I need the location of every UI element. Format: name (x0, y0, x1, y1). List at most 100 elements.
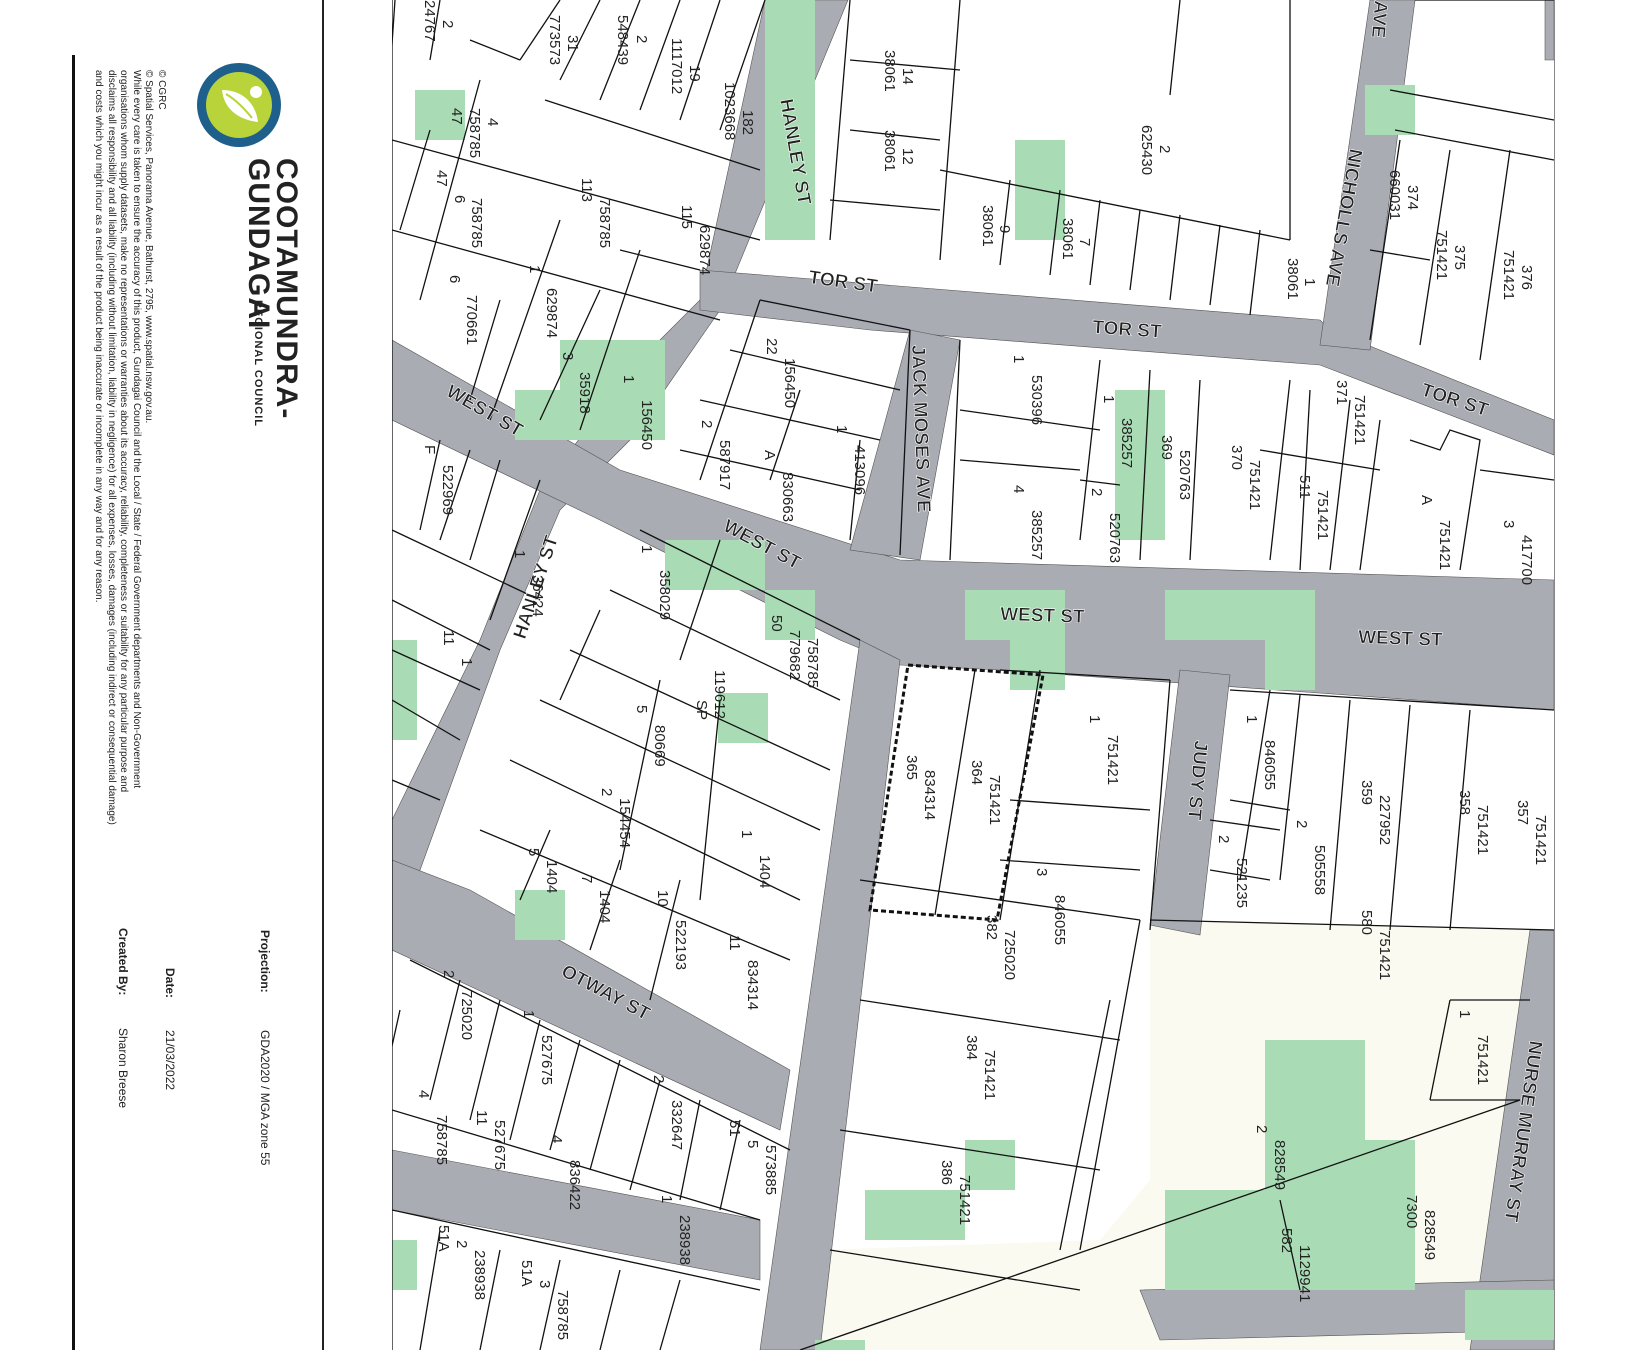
lot-label: 2 (453, 1240, 470, 1248)
lot-label: 751421 (1351, 395, 1368, 445)
lot-label: 6 (446, 275, 463, 283)
lot-label: 1 (620, 375, 637, 383)
lot-label: 1 (526, 265, 543, 273)
lot-label: 725020 (1001, 930, 1018, 980)
cadastral-map[interactable]: HANLEY ST HANLEY ST TOR ST TOR ST TOR ST… (392, 0, 1554, 1350)
lot-label: 2 (650, 1075, 667, 1083)
lot-label: 358029 (656, 570, 673, 620)
map-right-border (1554, 0, 1555, 1350)
lot-label: 365 (903, 755, 920, 780)
legend-sidebar: COOTAMUNDRA- GUNDAGAI REGIONAL COUNCIL ©… (0, 0, 326, 1350)
lot-label: 50 (768, 615, 785, 632)
lot-label: A (761, 450, 778, 460)
lot-label: 359 (1358, 780, 1375, 805)
lot-label: 758785 (468, 198, 485, 248)
lot-label: 7 (578, 875, 595, 883)
lot-label: 374 (1404, 185, 1421, 210)
lot-label: 38061 (1059, 218, 1076, 260)
street-label-west-3: WEST ST (1000, 604, 1086, 628)
lot-label: 629874 (543, 288, 560, 338)
lot-label: 19 (686, 65, 703, 82)
lot-label: 358 (1456, 790, 1473, 815)
lot-label: 846055 (1261, 740, 1278, 790)
lot-label: 10 (654, 890, 671, 907)
lot-label: 2 (698, 420, 715, 428)
lot-label: 22 (763, 338, 780, 355)
lot-label: 1404 (596, 890, 613, 923)
lot-label: 548439 (614, 15, 631, 65)
date-row: Date: 21/03/2022 (163, 968, 177, 1090)
lot-label: 836422 (566, 1160, 583, 1210)
lot-label: 1 (833, 425, 850, 433)
street-label-west-4: WEST ST (1358, 627, 1444, 651)
lot-label: 3 (536, 1280, 553, 1288)
lot-label: 51 (726, 1120, 743, 1137)
lot-label: 587917 (716, 440, 733, 490)
council-subtitle: REGIONAL COUNCIL (252, 300, 264, 428)
lot-label: 625430 (1138, 125, 1155, 175)
lot-label: 1 (1100, 395, 1117, 403)
lot-label: 511 (1296, 475, 1313, 499)
copyright-cgrc: © CGRC (156, 70, 167, 110)
lot-label: 2 (440, 970, 457, 978)
lot-label: 115 (678, 205, 695, 229)
map-canvas[interactable]: HANLEY ST HANLEY ST TOR ST TOR ST TOR ST… (392, 0, 1554, 1350)
lot-label: 573885 (762, 1145, 779, 1195)
lot-label: 530396 (1028, 375, 1045, 425)
lot-label: 522969 (439, 465, 456, 515)
lot-label: 385257 (1028, 510, 1045, 560)
lot-label: 38061 (881, 130, 898, 172)
lot-label: 156450 (638, 400, 655, 450)
lot-label: 527675 (491, 1120, 508, 1170)
disclaimer-body: While every care is taken to ensure the … (93, 70, 143, 825)
lot-label: 3 (1500, 520, 1517, 528)
lot-label: 751421 (1433, 230, 1450, 280)
lot-label: 1 (638, 545, 655, 553)
lot-label: 2 (1215, 835, 1232, 843)
lot-label: 751421 (1246, 460, 1263, 510)
lot-label: 1129941 (1296, 1245, 1313, 1302)
projection-label: Projection: (258, 930, 272, 993)
lot-label: 6 (451, 195, 468, 203)
lot-label: 1 (1456, 1010, 1473, 1018)
street-label-nicholls-top: AVE (1367, 0, 1391, 39)
subject-lots-boundary[interactable] (868, 663, 1045, 922)
lot-label: 24767 (421, 0, 438, 42)
subject-lots-divider (934, 669, 976, 916)
lot-label: 834314 (921, 770, 938, 820)
lot-label: 384 (963, 1035, 980, 1060)
lot-label: 370 (1228, 445, 1245, 470)
lot-label: 38061 (881, 50, 898, 92)
lot-label: 7 (1076, 238, 1093, 246)
lot-label: 522193 (672, 920, 689, 970)
road-south-west (759, 639, 901, 1350)
lot-label: 1 (1086, 715, 1103, 723)
lot-label: 4 (548, 1135, 565, 1143)
lot-label: 12 (899, 148, 916, 165)
lot-label: 11 (473, 1110, 490, 1126)
disclaimer-text: © CGRC © Spatial Services, Panorama Aven… (92, 70, 168, 830)
lot-label: 828549 (1271, 1140, 1288, 1190)
road-east-edge (1544, 0, 1554, 61)
created-by-row: Created By: Sharon Breese (116, 928, 130, 1108)
lot-label: 36424 (529, 575, 546, 617)
lot-label: 51A (518, 1260, 535, 1287)
lot-label: 119612 (711, 670, 728, 719)
lot-label: 156450 (781, 358, 798, 408)
lot-label: F (421, 445, 438, 454)
sidebar-right-rule (322, 0, 324, 1350)
lot-label: 751421 (1532, 815, 1549, 865)
lot-label: 751421 (1436, 520, 1453, 570)
lot-label: 770661 (463, 295, 480, 345)
lot-label: 357 (1514, 800, 1531, 825)
lot-label: 751421 (1376, 930, 1393, 980)
lot-label: 773573 (546, 15, 563, 65)
lot-label: 758785 (466, 108, 483, 158)
lot-label: 1 (520, 1010, 537, 1018)
lot-label: 14 (899, 68, 916, 85)
lot-label: 38061 (979, 205, 996, 247)
lot-label: 154454 (616, 798, 633, 848)
sidebar-left-rule (72, 55, 75, 1350)
lot-label: 238938 (676, 1215, 693, 1265)
created-by-label: Created By: (116, 928, 130, 996)
